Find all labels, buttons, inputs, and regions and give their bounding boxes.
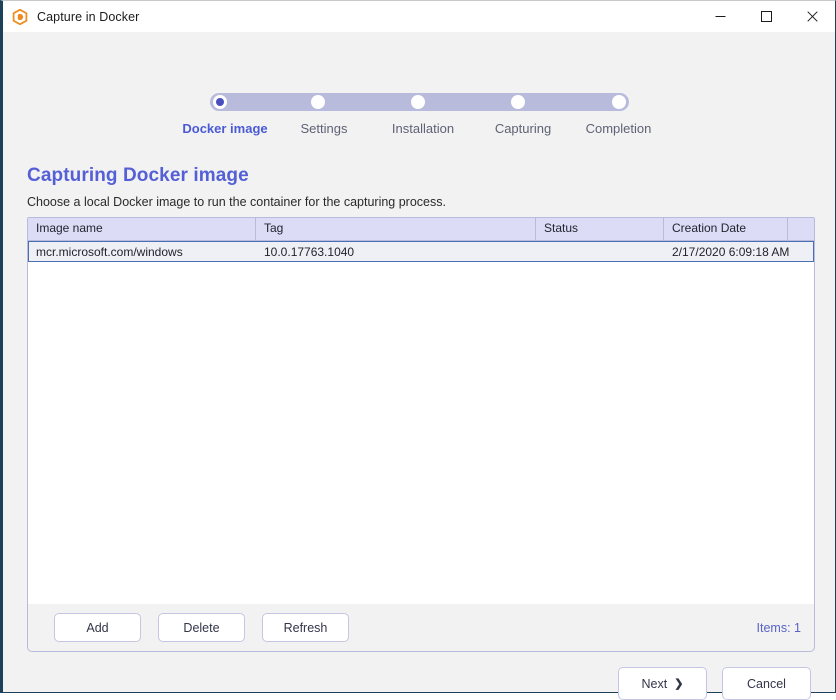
column-header-tag[interactable]: Tag [256, 218, 536, 240]
window-content: Docker image Settings Installation Captu… [3, 32, 835, 700]
next-button-label: Next [641, 676, 668, 691]
cell-tag: 10.0.17763.1040 [264, 244, 355, 259]
grid-header-row: Image name Tag Status Creation Date [28, 218, 814, 241]
chevron-right-icon: ❯ [674, 678, 684, 690]
title-bar: Capture in Docker [3, 1, 835, 32]
cell-creation-date: 2/17/2020 6:09:18 AM [672, 244, 789, 259]
maximize-button[interactable] [743, 1, 789, 32]
refresh-button[interactable]: Refresh [262, 613, 349, 642]
page-subtitle: Choose a local Docker image to run the c… [27, 195, 446, 209]
next-button[interactable]: Next ❯ [618, 667, 707, 700]
app-logo-icon [12, 8, 28, 25]
close-icon [806, 11, 818, 22]
stepper-label-installation[interactable]: Installation [373, 121, 473, 136]
wizard-navigation: Next ❯ Cancel [618, 667, 811, 700]
add-button[interactable]: Add [54, 613, 141, 642]
stepper-dot-installation[interactable] [411, 95, 425, 109]
table-row[interactable]: mcr.microsoft.com/windows 10.0.17763.104… [28, 241, 814, 262]
wizard-stepper: Docker image Settings Installation Captu… [182, 93, 651, 136]
window-title: Capture in Docker [37, 9, 140, 24]
column-header-image-name[interactable]: Image name [28, 218, 256, 240]
title-bar-left: Capture in Docker [3, 8, 140, 25]
stepper-dot-capturing[interactable] [511, 95, 525, 109]
stepper-dot-docker-image[interactable] [213, 95, 227, 109]
stepper-labels: Docker image Settings Installation Captu… [175, 121, 664, 136]
stepper-label-settings[interactable]: Settings [275, 121, 373, 136]
stepper-label-capturing[interactable]: Capturing [473, 121, 573, 136]
minimize-button[interactable] [697, 1, 743, 32]
minimize-icon [715, 11, 726, 22]
stepper-dot-active-fill [216, 98, 224, 106]
delete-button[interactable]: Delete [158, 613, 245, 642]
stepper-dot-completion[interactable] [612, 95, 626, 109]
window-controls [697, 1, 835, 32]
items-count-label: Items: 1 [756, 620, 801, 635]
close-button[interactable] [789, 1, 835, 32]
column-header-creation-date[interactable]: Creation Date [664, 218, 788, 240]
page-title: Capturing Docker image [27, 165, 249, 186]
docker-image-grid: Image name Tag Status Creation Date mcr.… [27, 217, 815, 644]
stepper-dot-settings[interactable] [311, 95, 325, 109]
application-window: Capture in Docker Docker image Settings … [0, 0, 836, 700]
stepper-label-completion[interactable]: Completion [573, 121, 664, 136]
stepper-track [210, 93, 629, 111]
grid-footer-toolbar: Add Delete Refresh Items: 1 [27, 604, 815, 652]
cancel-button[interactable]: Cancel [722, 667, 811, 700]
grid-body: mcr.microsoft.com/windows 10.0.17763.104… [28, 241, 814, 643]
stepper-label-docker-image[interactable]: Docker image [175, 121, 275, 136]
column-header-filler [788, 218, 814, 240]
column-header-status[interactable]: Status [536, 218, 664, 240]
cell-image-name: mcr.microsoft.com/windows [36, 244, 183, 259]
maximize-icon [760, 11, 772, 22]
